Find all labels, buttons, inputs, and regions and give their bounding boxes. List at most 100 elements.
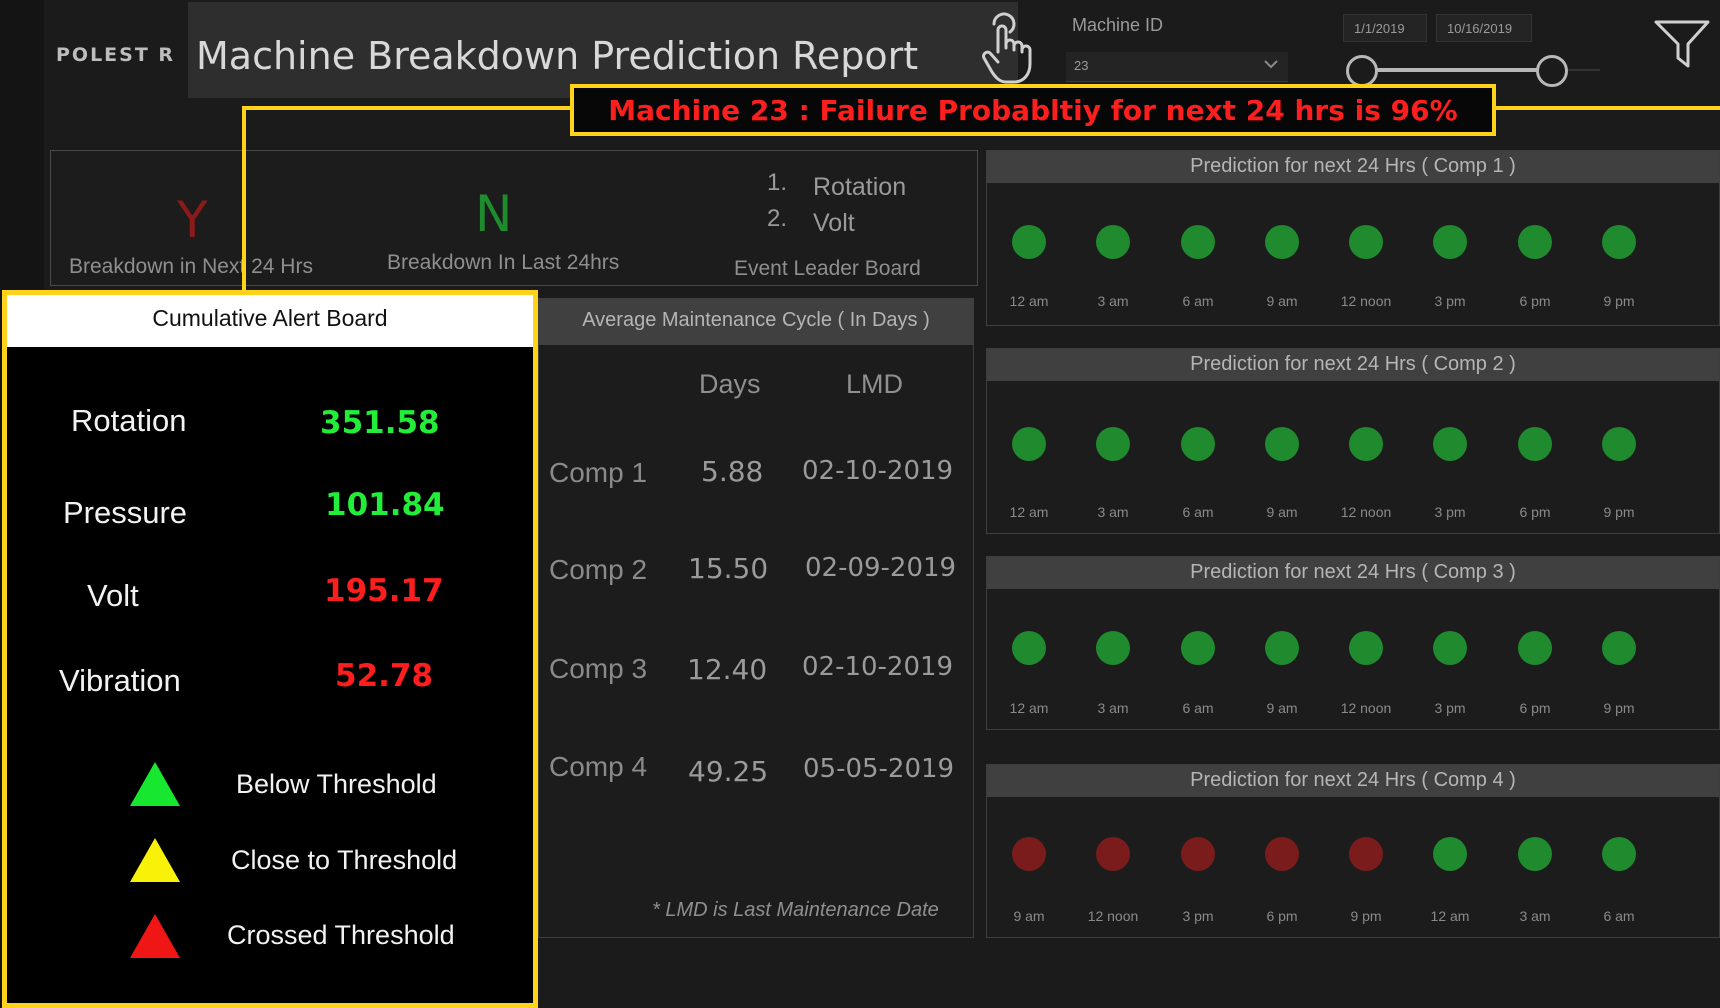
legend-label: Crossed Threshold (227, 920, 455, 950)
time-label: 6 am (1182, 293, 1214, 309)
legend-label: Below Threshold (236, 769, 437, 799)
time-label: 9 am (1013, 908, 1045, 924)
time-label: 9 am (1266, 504, 1298, 520)
time-label: 9 am (1266, 700, 1298, 716)
breakdown-last-value: N (475, 185, 513, 243)
time-label: 6 pm (1266, 908, 1298, 924)
status-dot (1433, 225, 1467, 259)
maintenance-days: 12.40 (687, 653, 768, 686)
date-slider-track[interactable] (1362, 68, 1552, 72)
leader-item-number: 1. (767, 169, 788, 196)
filter-icon[interactable] (1652, 18, 1712, 70)
status-dot (1602, 427, 1636, 461)
prediction-panel-comp1: Prediction for next 24 Hrs ( Comp 1 ) 12… (986, 150, 1720, 326)
legend-label: Close to Threshold (231, 845, 458, 875)
metric-label: Rotation (71, 403, 187, 438)
status-dot (1181, 837, 1215, 871)
date-slider-start-handle[interactable] (1346, 55, 1378, 87)
yellow-triangle-icon (130, 838, 180, 882)
time-label: 12 noon (1340, 504, 1392, 520)
machine-id-value: 23 (1074, 58, 1089, 73)
status-dot (1602, 837, 1636, 871)
status-dot (1096, 225, 1130, 259)
status-dot (1265, 631, 1299, 665)
date-slider-end-handle[interactable] (1536, 55, 1568, 87)
status-dot (1012, 631, 1046, 665)
prediction-title: Prediction for next 24 Hrs ( Comp 2 ) (987, 349, 1719, 381)
last-maintenance-date: 02-10-2019 (802, 652, 954, 682)
status-dot (1012, 427, 1046, 461)
time-label: 3 pm (1434, 504, 1466, 520)
days-column-header: Days (699, 369, 761, 399)
component-name: Comp 1 (549, 457, 648, 488)
time-label: 6 pm (1519, 700, 1551, 716)
callout-connector (242, 106, 246, 292)
time-label: 9 am (1266, 293, 1298, 309)
metric-value: 195.17 (324, 573, 444, 609)
status-dot (1349, 631, 1383, 665)
status-dot (1518, 631, 1552, 665)
time-label: 6 am (1182, 700, 1214, 716)
machine-id-label: Machine ID (1072, 15, 1164, 35)
time-label: 12 am (1009, 293, 1049, 309)
maintenance-days: 15.50 (688, 552, 769, 585)
maintenance-footnote: * LMD is Last Maintenance Date (652, 899, 939, 921)
status-dot (1265, 427, 1299, 461)
machine-id-dropdown[interactable]: 23 (1066, 52, 1288, 82)
maintenance-title: Average Maintenance Cycle ( In Days ) (539, 299, 973, 345)
time-label: 12 am (1009, 700, 1049, 716)
time-label: 12 am (1009, 504, 1049, 520)
status-dot (1518, 837, 1552, 871)
time-label: 9 pm (1350, 908, 1382, 924)
last-maintenance-date: 05-05-2019 (803, 754, 955, 784)
logo: POLEST R (56, 44, 176, 66)
status-dot (1265, 837, 1299, 871)
time-label: 12 noon (1340, 293, 1392, 309)
leader-item-name: Volt (813, 209, 855, 237)
status-dot (1433, 837, 1467, 871)
callout-connector (1496, 106, 1720, 110)
time-label: 12 noon (1087, 908, 1139, 924)
leader-item-number: 2. (767, 205, 788, 232)
prediction-title: Prediction for next 24 Hrs ( Comp 4 ) (987, 765, 1719, 797)
status-dot (1602, 225, 1636, 259)
cumulative-alert-board: Cumulative Alert Board Rotation 351.58 P… (2, 290, 538, 1008)
prediction-title: Prediction for next 24 Hrs ( Comp 3 ) (987, 557, 1719, 589)
time-label: 3 am (1097, 700, 1129, 716)
time-label: 9 pm (1603, 293, 1635, 309)
breakdown-next-label: Breakdown in Next 24 Hrs (69, 255, 313, 278)
time-label: 9 pm (1603, 504, 1635, 520)
hand-pointer-icon[interactable] (972, 8, 1036, 88)
callout-connector (242, 106, 572, 110)
status-dot (1602, 631, 1636, 665)
date-end-input[interactable]: 10/16/2019 (1436, 14, 1532, 42)
kpi-panel: Y Breakdown in Next 24 Hrs N Breakdown I… (50, 150, 978, 286)
lmd-column-header: LMD (846, 369, 904, 399)
status-dot (1181, 225, 1215, 259)
prediction-panel-comp3: Prediction for next 24 Hrs ( Comp 3 ) 12… (986, 556, 1720, 730)
component-name: Comp 4 (549, 751, 648, 782)
date-start-input[interactable]: 1/1/2019 (1343, 14, 1427, 42)
time-label: 3 am (1097, 504, 1129, 520)
chevron-down-icon (1264, 60, 1278, 69)
status-dot (1433, 427, 1467, 461)
component-name: Comp 3 (549, 653, 648, 684)
status-dot (1096, 631, 1130, 665)
component-name: Comp 2 (549, 554, 648, 585)
failure-probability-text: Machine 23 : Failure Probabltiy for next… (608, 94, 1458, 127)
status-dot (1181, 427, 1215, 461)
prediction-title: Prediction for next 24 Hrs ( Comp 1 ) (987, 151, 1719, 183)
page-title: Machine Breakdown Prediction Report (196, 34, 919, 78)
status-dot (1433, 631, 1467, 665)
maintenance-panel: Average Maintenance Cycle ( In Days ) Da… (538, 298, 974, 938)
time-label: 6 am (1182, 504, 1214, 520)
status-dot (1265, 225, 1299, 259)
failure-probability-banner: Machine 23 : Failure Probabltiy for next… (570, 84, 1496, 136)
status-dot (1518, 225, 1552, 259)
status-dot (1518, 427, 1552, 461)
time-label: 3 pm (1434, 293, 1466, 309)
status-dot (1349, 837, 1383, 871)
time-label: 3 pm (1182, 908, 1214, 924)
status-dot (1096, 427, 1130, 461)
status-dot (1096, 837, 1130, 871)
